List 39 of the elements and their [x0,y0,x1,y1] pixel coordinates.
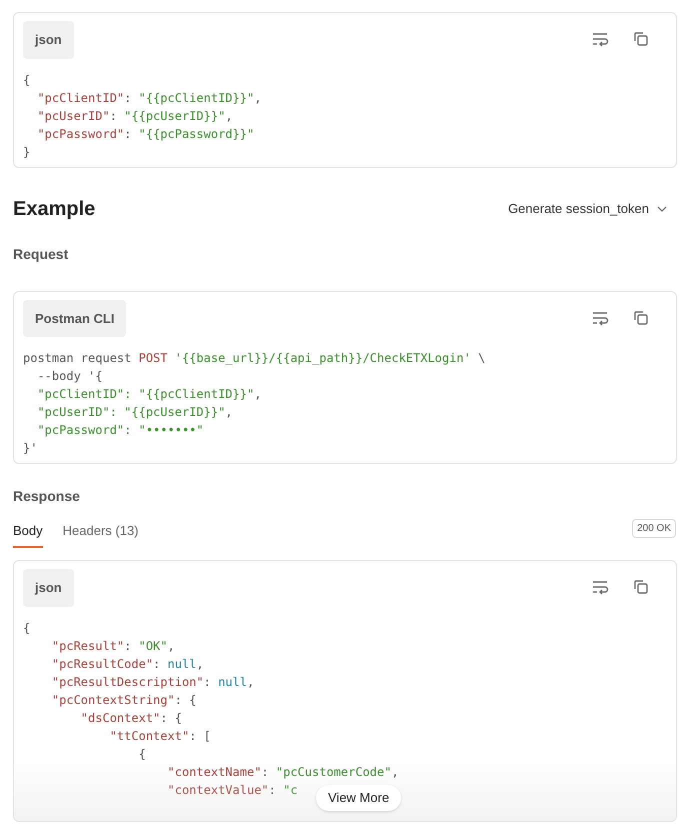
example-dropdown[interactable]: Generate session_token [508,198,667,218]
code-line: "contextName": "pcCustomerCode", [166,764,399,780]
response-tab[interactable]: Body [13,520,43,548]
code-line: "pcResultDescription": null, [50,674,254,690]
code-line: "pcPassword": "{{pcPassword}}" [36,126,254,142]
code-line: "pcClientID": "{{pcClientID}}", [36,90,262,106]
copy-icon[interactable] [633,31,649,47]
code-line: "pcUserID": "{{pcUserID}}", [36,108,233,124]
code-line: }' [23,440,38,457]
code-line: "ttContext": [ [108,728,211,744]
code-line: { [23,620,30,636]
code-line: "pcResult": "OK", [50,638,175,654]
request-heading: Request [13,244,70,264]
response-tab[interactable]: Headers (13) [62,520,139,548]
code-line: "dsContext": { [80,710,182,726]
wrap-icon[interactable] [591,31,609,47]
wrap-icon[interactable] [591,579,609,595]
response-heading: Response [13,487,81,506]
code-line: { [23,72,30,88]
code-line: { [138,746,146,762]
code-line: --body '{ [36,368,102,385]
wrap-icon[interactable] [591,310,609,326]
section-title: Example [13,196,96,222]
language-label[interactable]: json [23,569,74,606]
code-line: "pcUserID": "{{pcUserID}}", [36,404,233,421]
code-line: "pcContextString": { [50,692,196,708]
view-more-button[interactable]: View More [316,785,402,810]
code-line: "contextValue": "c [166,782,298,798]
copy-icon[interactable] [633,310,649,326]
code-line: postman request POST '{{base_url}}/{{api_path}}/CheckETXLogin' \ [23,350,486,367]
code-line: "pcPassword": "•••••••" [36,422,204,439]
language-label[interactable]: Postman CLI [23,300,126,337]
code-line: "pcResultCode": null, [50,656,204,672]
language-label[interactable]: json [23,21,74,58]
code-line: } [23,144,30,160]
chevron-down-icon [657,206,667,212]
copy-icon[interactable] [633,579,649,595]
code-line: "pcClientID": "{{pcClientID}}", [36,386,262,403]
status-badge: 200 OK [632,519,676,538]
